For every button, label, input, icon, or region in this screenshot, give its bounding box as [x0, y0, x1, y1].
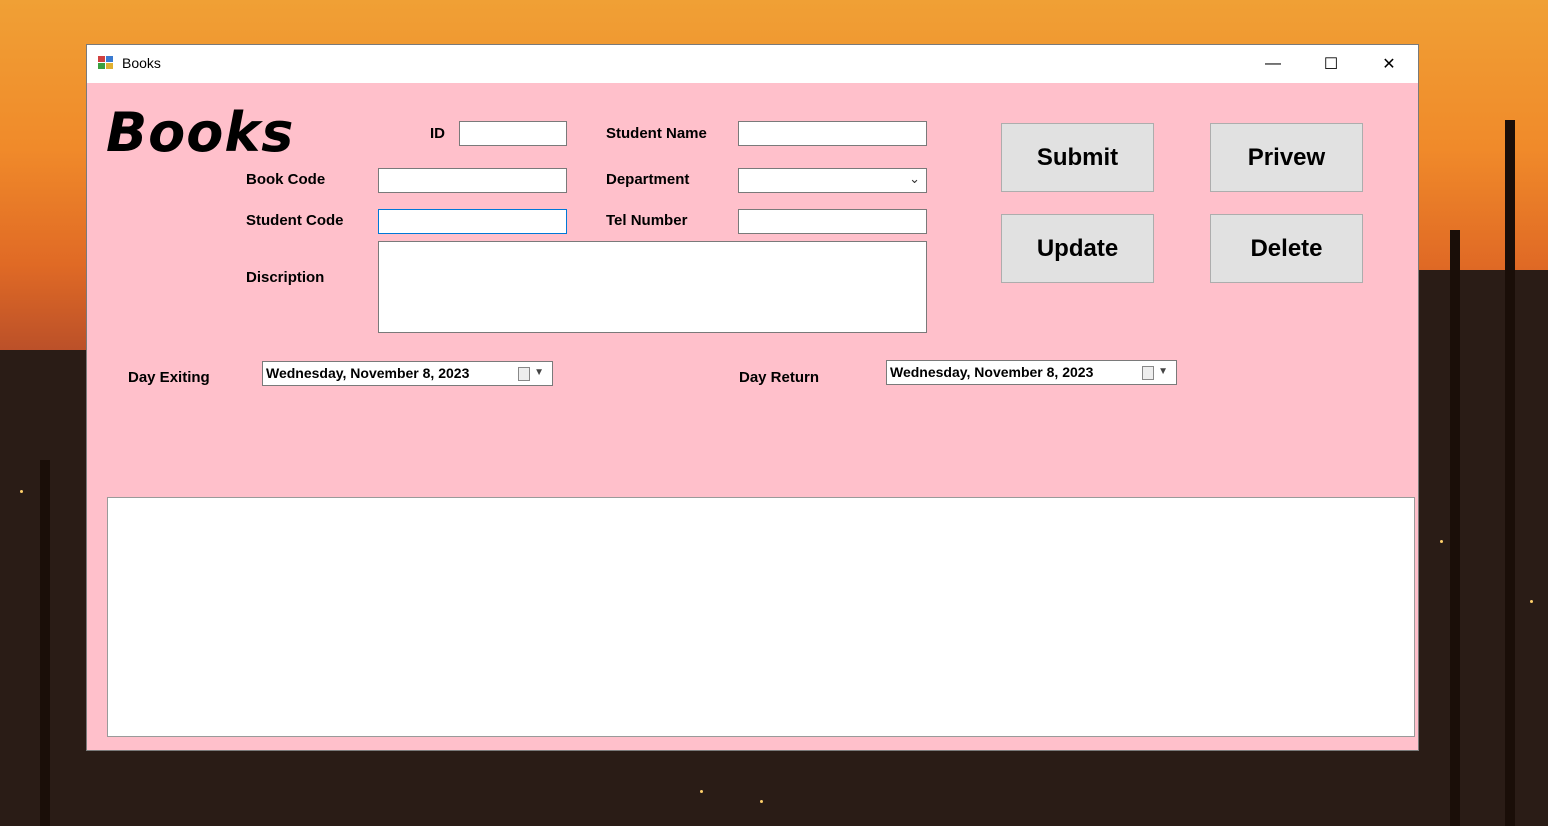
minimize-button[interactable]: —	[1244, 45, 1302, 83]
calendar-icon[interactable]	[518, 367, 530, 381]
day-exiting-datepicker[interactable]: Wednesday, November 8, 2023 ▼	[262, 361, 553, 386]
calendar-icon[interactable]	[1142, 366, 1154, 380]
maximize-button[interactable]: ☐	[1302, 45, 1360, 83]
day-return-label: Day Return	[739, 369, 820, 386]
day-exiting-value: Wednesday, November 8, 2023	[266, 365, 470, 381]
day-exiting-label: Day Exiting	[128, 369, 210, 386]
books-window: Books — ☐ ✕ Books ID Student Name Book C…	[86, 44, 1419, 751]
book-code-input[interactable]	[378, 168, 567, 193]
title-bar[interactable]: Books — ☐ ✕	[87, 45, 1418, 83]
chevron-down-icon[interactable]: ▼	[1158, 366, 1168, 377]
id-label: ID	[430, 125, 445, 142]
department-combo[interactable]: ⌄	[738, 168, 927, 193]
delete-button[interactable]: Delete	[1210, 214, 1363, 283]
student-name-label: Student Name	[606, 125, 707, 142]
day-return-datepicker[interactable]: Wednesday, November 8, 2023 ▼	[886, 360, 1177, 385]
tel-number-label: Tel Number	[606, 212, 688, 229]
update-button[interactable]: Update	[1001, 214, 1154, 283]
window-title: Books	[122, 55, 161, 71]
chevron-down-icon[interactable]: ⌄	[909, 171, 920, 187]
student-name-input[interactable]	[738, 121, 927, 146]
close-button[interactable]: ✕	[1360, 45, 1418, 83]
chevron-down-icon[interactable]: ▼	[534, 367, 544, 378]
form-heading: Books	[106, 101, 295, 164]
app-window-icon	[98, 56, 115, 71]
student-code-label: Student Code	[246, 212, 344, 229]
day-return-value: Wednesday, November 8, 2023	[890, 364, 1094, 380]
description-textarea[interactable]	[378, 241, 927, 333]
student-code-input[interactable]	[378, 209, 567, 234]
tel-number-input[interactable]	[738, 209, 927, 234]
records-grid[interactable]	[107, 497, 1415, 737]
book-code-label: Book Code	[246, 171, 326, 188]
preview-button[interactable]: Privew	[1210, 123, 1363, 192]
submit-button[interactable]: Submit	[1001, 123, 1154, 192]
description-label: Discription	[246, 269, 325, 286]
id-input[interactable]	[459, 121, 567, 146]
department-label: Department	[606, 171, 690, 188]
